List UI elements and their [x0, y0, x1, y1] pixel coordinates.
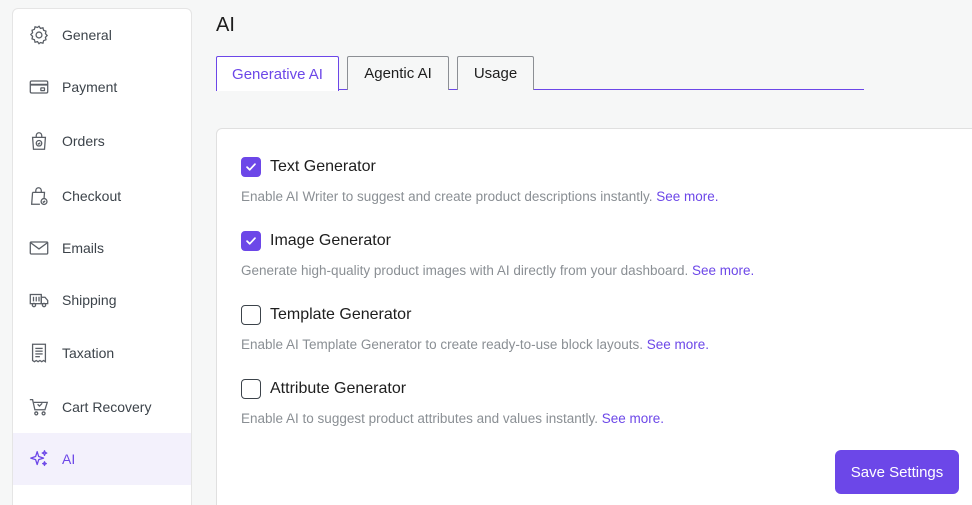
shopping-bag-icon: [28, 130, 50, 152]
sidebar-item-label: AI: [62, 451, 76, 467]
tab-generative-ai[interactable]: Generative AI: [216, 56, 339, 91]
text-generator-toggle[interactable]: Text Generator: [241, 157, 719, 177]
image-generator-checkbox[interactable]: [241, 231, 261, 251]
generative-ai-settings-panel: Text Generator Enable AI Writer to sugge…: [216, 128, 972, 505]
checkmark-icon: [246, 163, 256, 171]
sidebar-item-label: Taxation: [62, 345, 115, 361]
attribute-generator-description: Enable AI to suggest product attributes …: [241, 411, 664, 426]
sidebar-item-label: Emails: [62, 240, 105, 256]
image-generator-title: Image Generator: [270, 232, 391, 249]
sidebar-item-label: Payment: [62, 79, 118, 95]
attribute-generator-title: Attribute Generator: [270, 380, 407, 397]
option-description-text: Enable AI Template Generator to create r…: [241, 337, 643, 352]
sidebar-item-label: Cart Recovery: [62, 399, 152, 415]
option-text-generator: Text Generator Enable AI Writer to sugge…: [241, 157, 719, 204]
attribute-generator-toggle[interactable]: Attribute Generator: [241, 379, 664, 399]
sidebar-item-orders[interactable]: Orders: [13, 115, 191, 167]
gear-icon: [28, 24, 50, 46]
text-generator-checkbox[interactable]: [241, 157, 261, 177]
checkout-bag-icon: [28, 185, 50, 207]
sidebar-item-shipping[interactable]: Shipping: [13, 274, 191, 326]
sidebar-item-checkout[interactable]: Checkout: [13, 170, 191, 222]
receipt-icon: [28, 342, 50, 364]
attribute-generator-see-more-link[interactable]: See more.: [602, 411, 664, 426]
image-generator-see-more-link[interactable]: See more.: [692, 263, 754, 278]
text-generator-description: Enable AI Writer to suggest and create p…: [241, 189, 719, 204]
cart-icon: [28, 396, 50, 418]
save-settings-button[interactable]: Save Settings: [835, 450, 959, 494]
tab-bar: Generative AI Agentic AI Usage: [216, 56, 864, 91]
option-description-text: Enable AI to suggest product attributes …: [241, 411, 598, 426]
sidebar-item-label: Shipping: [62, 292, 117, 308]
tab-usage[interactable]: Usage: [457, 56, 534, 90]
sidebar-item-emails[interactable]: Emails: [13, 222, 191, 274]
sidebar-item-taxation[interactable]: Taxation: [13, 327, 191, 379]
sidebar-item-payment[interactable]: Payment: [13, 61, 191, 113]
sidebar-item-label: General: [62, 27, 112, 43]
settings-sidebar: General Payment Orders Checkout Emails S…: [12, 8, 192, 505]
template-generator-description: Enable AI Template Generator to create r…: [241, 337, 709, 352]
option-description-text: Generate high-quality product images wit…: [241, 263, 689, 278]
text-generator-see-more-link[interactable]: See more.: [656, 189, 718, 204]
option-template-generator: Template Generator Enable AI Template Ge…: [241, 305, 709, 352]
option-description-text: Enable AI Writer to suggest and create p…: [241, 189, 653, 204]
attribute-generator-checkbox[interactable]: [241, 379, 261, 399]
sidebar-item-label: Orders: [62, 133, 105, 149]
template-generator-checkbox[interactable]: [241, 305, 261, 325]
template-generator-title: Template Generator: [270, 306, 412, 323]
page-title: AI: [216, 14, 235, 36]
sidebar-item-cart-recovery[interactable]: Cart Recovery: [13, 381, 191, 433]
template-generator-see-more-link[interactable]: See more.: [647, 337, 709, 352]
sidebar-item-ai[interactable]: AI: [13, 433, 191, 485]
text-generator-title: Text Generator: [270, 158, 376, 175]
credit-card-icon: [28, 76, 50, 98]
image-generator-toggle[interactable]: Image Generator: [241, 231, 754, 251]
option-attribute-generator: Attribute Generator Enable AI to suggest…: [241, 379, 664, 426]
image-generator-description: Generate high-quality product images wit…: [241, 263, 754, 278]
sidebar-item-general[interactable]: General: [13, 9, 191, 61]
checkmark-icon: [246, 237, 256, 245]
template-generator-toggle[interactable]: Template Generator: [241, 305, 709, 325]
truck-icon: [28, 289, 50, 311]
sparkles-icon: [28, 448, 50, 470]
envelope-icon: [28, 237, 50, 259]
tab-agentic-ai[interactable]: Agentic AI: [347, 56, 449, 90]
sidebar-item-label: Checkout: [62, 188, 122, 204]
option-image-generator: Image Generator Generate high-quality pr…: [241, 231, 754, 278]
